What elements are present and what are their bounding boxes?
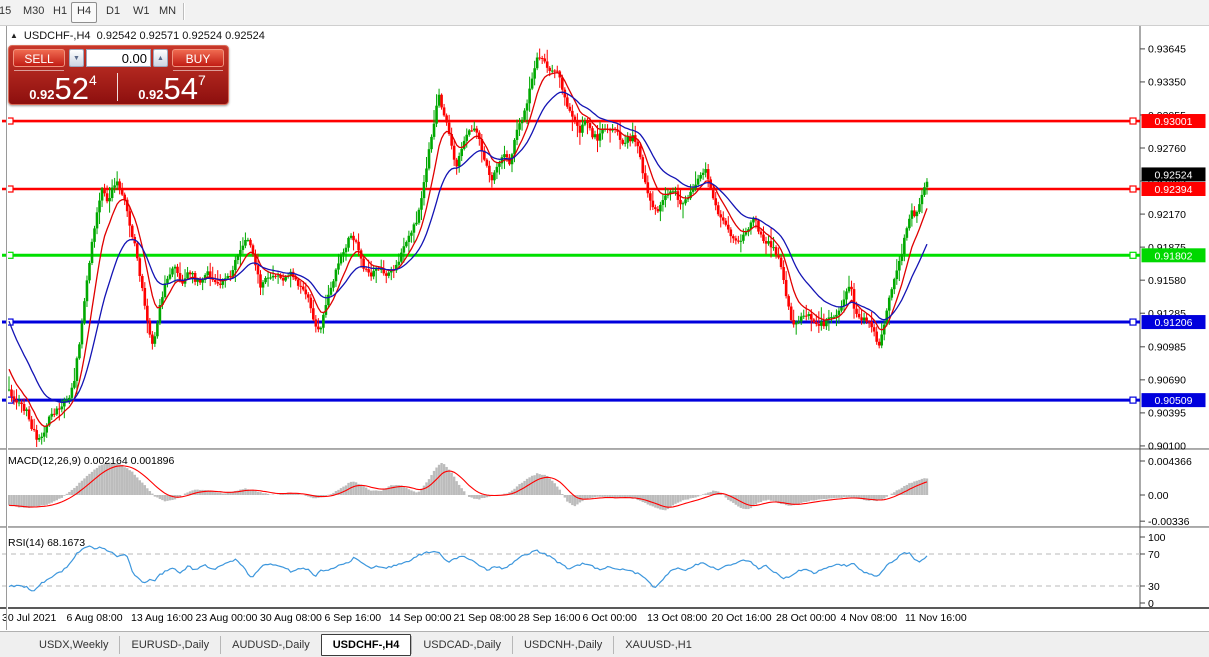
timeframe-button-w1[interactable]: W1 <box>128 2 155 21</box>
svg-text:0.91580: 0.91580 <box>1148 275 1186 287</box>
timeframe-button-m30[interactable]: M30 <box>18 2 49 21</box>
svg-text:28 Sep 16:00: 28 Sep 16:00 <box>518 612 581 624</box>
svg-text:11 Nov 16:00: 11 Nov 16:00 <box>905 612 967 624</box>
buy-price-prefix: 0.92 <box>138 87 163 102</box>
buy-price-sup: 7 <box>198 72 206 88</box>
svg-text:0.92524: 0.92524 <box>1155 169 1193 181</box>
tab-usdcnh-daily[interactable]: USDCNH-,Daily <box>512 636 613 654</box>
sell-price-sup: 4 <box>89 72 97 88</box>
tab-eurusd-daily[interactable]: EURUSD-,Daily <box>119 636 220 654</box>
sell-price-display[interactable]: 0.92524 <box>10 71 116 102</box>
svg-text:0.00: 0.00 <box>1148 490 1169 502</box>
svg-text:0.91802: 0.91802 <box>1155 250 1193 262</box>
chevron-down-icon: ▼ <box>73 55 80 62</box>
mt4-application: 15M30H1H4D1W1MN 0.936450.933500.930550.9… <box>0 0 1209 657</box>
svg-text:0.92394: 0.92394 <box>1155 184 1193 196</box>
tab-usdx-weekly[interactable]: USDX,Weekly <box>28 636 119 654</box>
svg-text:20 Oct 16:00: 20 Oct 16:00 <box>712 612 772 624</box>
svg-text:30 Jul 2021: 30 Jul 2021 <box>2 612 56 624</box>
chart-window: 0.936450.933500.930550.927600.924650.921… <box>0 26 1209 630</box>
svg-text:13 Aug 16:00: 13 Aug 16:00 <box>131 612 193 624</box>
svg-text:0.91206: 0.91206 <box>1155 317 1193 329</box>
price-divider <box>117 73 118 101</box>
svg-text:70: 70 <box>1148 549 1160 561</box>
toolbar-separator <box>183 3 184 20</box>
one-click-trading-panel: SELL ▼ ▲ BUY 0.92524 0.92547 <box>8 45 229 105</box>
lot-decrease-button[interactable]: ▼ <box>69 49 84 67</box>
svg-text:6 Sep 16:00: 6 Sep 16:00 <box>325 612 382 624</box>
tab-xauusd-h1[interactable]: XAUUSD-,H1 <box>613 636 703 654</box>
timeframe-button-mn[interactable]: MN <box>154 2 181 21</box>
sell-price-prefix: 0.92 <box>29 87 54 102</box>
svg-text:28 Oct 00:00: 28 Oct 00:00 <box>776 612 836 624</box>
sell-price-big: 52 <box>55 71 89 106</box>
chevron-up-icon: ▲ <box>157 55 164 62</box>
svg-text:30: 30 <box>1148 581 1160 593</box>
chart-title: ▲ USDCHF-,H4 0.92542 0.92571 0.92524 0.92… <box>10 30 265 42</box>
window-left-border <box>6 26 7 630</box>
timeframe-button-h1[interactable]: H1 <box>48 2 72 21</box>
svg-text:0.90395: 0.90395 <box>1148 408 1186 420</box>
buy-price-display[interactable]: 0.92547 <box>119 71 225 102</box>
chart-canvas[interactable]: 0.936450.933500.930550.927600.924650.921… <box>0 26 1209 630</box>
tab-usdchf-h4[interactable]: USDCHF-,H4 <box>321 634 412 656</box>
svg-text:0.92760: 0.92760 <box>1148 143 1186 155</box>
svg-text:-0.00336: -0.00336 <box>1148 516 1190 528</box>
svg-text:MACD(12,26,9) 0.002164 0.00189: MACD(12,26,9) 0.002164 0.001896 <box>8 455 175 467</box>
lot-increase-button[interactable]: ▲ <box>153 49 168 67</box>
timeframe-button-15[interactable]: 15 <box>0 2 16 21</box>
svg-text:100: 100 <box>1148 532 1166 544</box>
tab-audusd-daily[interactable]: AUDUSD-,Daily <box>220 636 321 654</box>
sell-button[interactable]: SELL <box>13 49 65 67</box>
collapse-panel-icon[interactable]: ▲ <box>10 31 18 40</box>
svg-text:30 Aug 08:00: 30 Aug 08:00 <box>260 612 322 624</box>
svg-text:0.90690: 0.90690 <box>1148 375 1186 387</box>
svg-text:0.004366: 0.004366 <box>1148 456 1192 468</box>
svg-text:6 Aug 08:00: 6 Aug 08:00 <box>67 612 123 624</box>
lot-size-input[interactable] <box>86 49 151 67</box>
buy-price-big: 54 <box>164 71 198 106</box>
svg-text:0.92170: 0.92170 <box>1148 209 1186 221</box>
svg-text:4 Nov 08:00: 4 Nov 08:00 <box>841 612 898 624</box>
chart-symbol-label: USDCHF-,H4 <box>24 30 91 42</box>
svg-text:21 Sep 08:00: 21 Sep 08:00 <box>454 612 517 624</box>
svg-text:6 Oct 00:00: 6 Oct 00:00 <box>583 612 637 624</box>
chart-tab-bar: USDX,WeeklyEURUSD-,DailyAUDUSD-,DailyUSD… <box>0 631 1209 657</box>
timeframe-button-h4[interactable]: H4 <box>71 2 97 23</box>
svg-text:0.93645: 0.93645 <box>1148 44 1186 56</box>
svg-text:0: 0 <box>1148 598 1154 610</box>
svg-text:14 Sep 00:00: 14 Sep 00:00 <box>389 612 452 624</box>
timeframe-button-d1[interactable]: D1 <box>101 2 125 21</box>
chart-ohlc-values: 0.92542 0.92571 0.92524 0.92524 <box>97 30 265 42</box>
svg-text:0.90985: 0.90985 <box>1148 342 1186 354</box>
svg-text:13 Oct 08:00: 13 Oct 08:00 <box>647 612 707 624</box>
svg-text:RSI(14) 68.1673: RSI(14) 68.1673 <box>8 537 85 549</box>
tab-usdcad-daily[interactable]: USDCAD-,Daily <box>411 636 512 654</box>
svg-text:0.90100: 0.90100 <box>1148 441 1186 453</box>
svg-text:0.93001: 0.93001 <box>1155 116 1193 128</box>
svg-text:23 Aug 00:00: 23 Aug 00:00 <box>196 612 258 624</box>
svg-text:0.90509: 0.90509 <box>1155 395 1193 407</box>
timeframe-toolbar: 15M30H1H4D1W1MN <box>0 0 1209 26</box>
buy-button[interactable]: BUY <box>172 49 224 67</box>
svg-text:0.93350: 0.93350 <box>1148 77 1186 89</box>
